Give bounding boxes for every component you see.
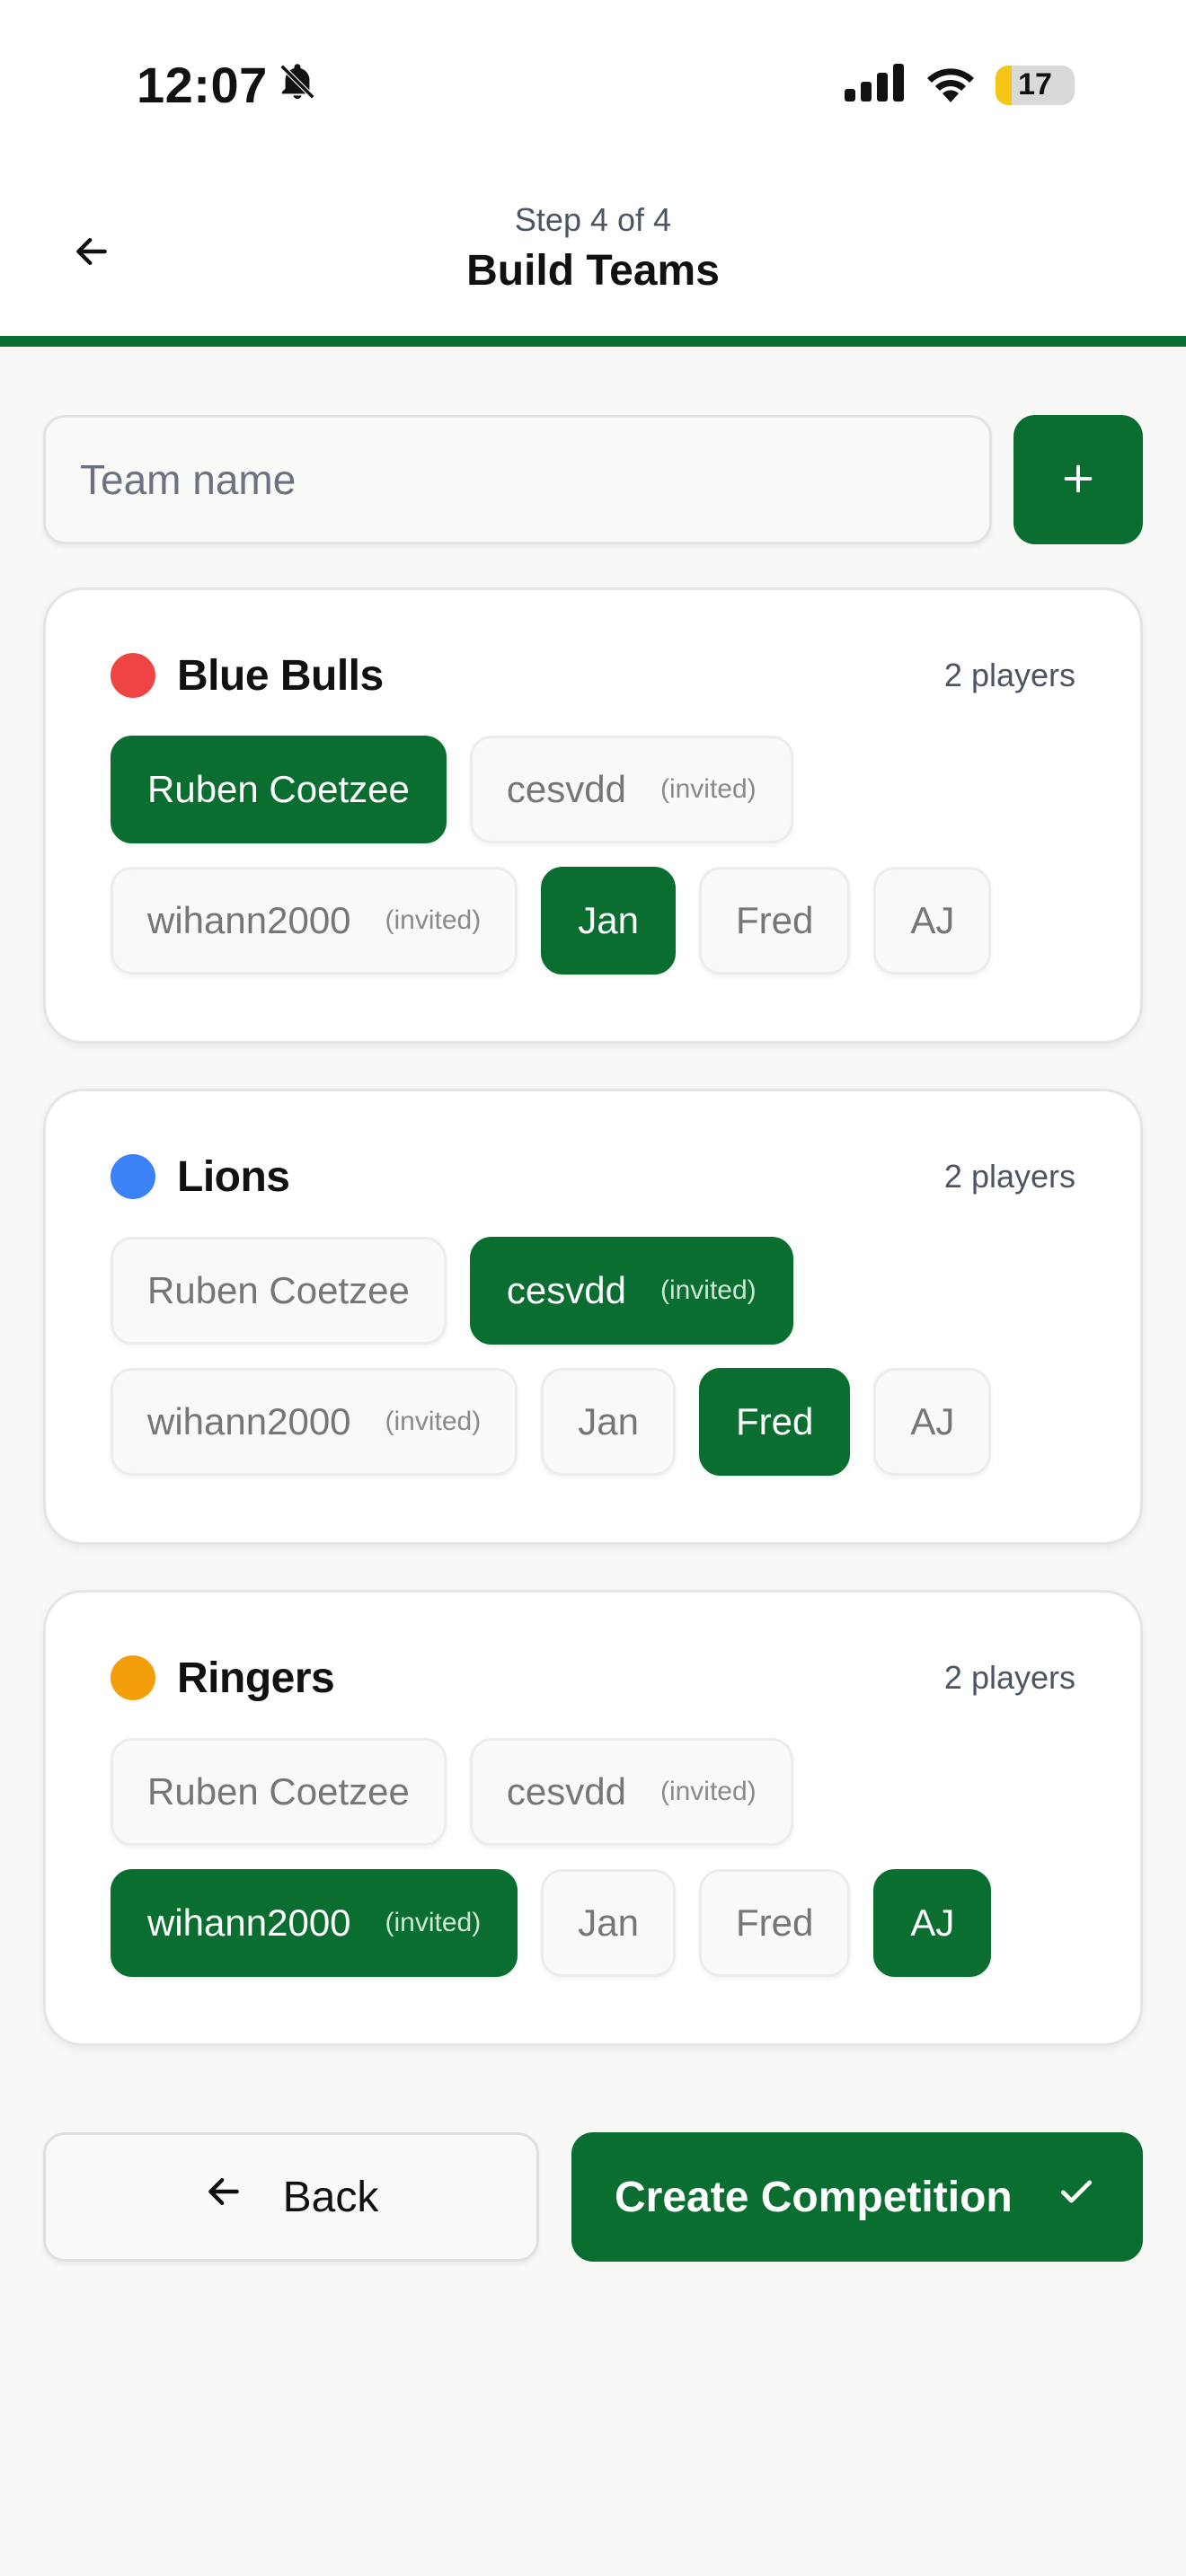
- player-name: Fred: [735, 899, 814, 941]
- player-name: Ruben Coetzee: [147, 768, 410, 810]
- player-chip-ruben-coetzee[interactable]: Ruben Coetzee: [111, 1738, 447, 1846]
- wifi-icon: [924, 63, 978, 107]
- invited-tag: (invited): [659, 774, 757, 804]
- team-card-lions: Lions 2 players Ruben Coetzee cesvdd (in…: [43, 1089, 1143, 1545]
- team-name-input[interactable]: [43, 415, 992, 544]
- player-chip-ruben-coetzee[interactable]: Ruben Coetzee: [111, 736, 447, 843]
- status-bar: 12:07 17: [0, 0, 1186, 171]
- wizard-header: Step 4 of 4 Build Teams: [0, 171, 1186, 336]
- player-count: 2 players: [943, 1659, 1075, 1696]
- battery-level: 17: [1018, 67, 1052, 101]
- player-name: Jan: [578, 1901, 639, 1944]
- player-chip-aj[interactable]: AJ: [873, 867, 992, 975]
- status-indicators: 17: [845, 63, 1075, 107]
- team-header: Blue Bulls 2 players: [111, 644, 1075, 707]
- player-name: AJ: [910, 899, 955, 941]
- team-header: Ringers 2 players: [111, 1646, 1075, 1709]
- step-indicator: Step 4 of 4: [514, 201, 672, 238]
- player-chip-wihann2000[interactable]: wihann2000 (invited): [111, 1368, 518, 1476]
- player-name: cesvdd: [506, 1770, 626, 1813]
- player-name: wihann2000: [147, 1901, 351, 1944]
- player-name: cesvdd: [506, 768, 626, 810]
- team-name: Ringers: [177, 1654, 335, 1702]
- player-name: Fred: [735, 1901, 814, 1944]
- player-name: Fred: [735, 1400, 814, 1442]
- add-team-row: [43, 415, 1143, 544]
- player-chips: Ruben Coetzee cesvdd (invited) wihann200…: [111, 736, 1075, 975]
- battery-icon: 17: [996, 65, 1075, 105]
- player-name: Jan: [578, 899, 639, 941]
- player-chip-aj[interactable]: AJ: [873, 1368, 992, 1476]
- player-name: Ruben Coetzee: [147, 1770, 410, 1813]
- player-chip-fred[interactable]: Fred: [698, 1368, 851, 1476]
- player-name: cesvdd: [506, 1269, 626, 1311]
- team-name: Blue Bulls: [177, 651, 384, 700]
- player-chip-aj[interactable]: AJ: [873, 1869, 992, 1977]
- back-button-label: Back: [282, 2173, 379, 2221]
- player-name: AJ: [910, 1901, 955, 1944]
- player-chip-fred[interactable]: Fred: [698, 867, 851, 975]
- player-chip-fred[interactable]: Fred: [698, 1869, 851, 1977]
- player-name: AJ: [910, 1400, 955, 1442]
- invited-tag: (invited): [385, 1908, 482, 1937]
- invited-tag: (invited): [385, 905, 482, 935]
- back-button[interactable]: Back: [43, 2132, 539, 2262]
- progress-bar: [0, 336, 1186, 347]
- team-color-dot: [111, 653, 155, 698]
- player-chip-jan[interactable]: Jan: [541, 1869, 676, 1977]
- add-team-button[interactable]: [1013, 415, 1143, 544]
- player-chips: Ruben Coetzee cesvdd (invited) wihann200…: [111, 1738, 1075, 1977]
- status-time: 12:07: [137, 57, 268, 113]
- player-chip-cesvdd[interactable]: cesvdd (invited): [469, 1738, 793, 1846]
- create-button-label: Create Competition: [615, 2173, 1013, 2221]
- player-count: 2 players: [943, 657, 1075, 693]
- team-card-blue-bulls: Blue Bulls 2 players Ruben Coetzee cesvd…: [43, 587, 1143, 1044]
- check-icon: [1057, 2172, 1096, 2222]
- invited-tag: (invited): [385, 1407, 482, 1436]
- player-name: wihann2000: [147, 1400, 351, 1442]
- player-name: Jan: [578, 1400, 639, 1442]
- player-chip-cesvdd[interactable]: cesvdd (invited): [469, 736, 793, 843]
- create-competition-button[interactable]: Create Competition: [571, 2132, 1143, 2262]
- team-color-dot: [111, 1655, 155, 1700]
- team-header: Lions 2 players: [111, 1145, 1075, 1208]
- player-count: 2 players: [943, 1158, 1075, 1195]
- team-name: Lions: [177, 1152, 290, 1201]
- player-chip-wihann2000[interactable]: wihann2000 (invited): [111, 867, 518, 975]
- page-title: Build Teams: [466, 247, 720, 295]
- player-chip-cesvdd[interactable]: cesvdd (invited): [469, 1237, 793, 1345]
- player-name: Ruben Coetzee: [147, 1269, 410, 1311]
- player-chip-jan[interactable]: Jan: [541, 867, 676, 975]
- player-chip-wihann2000[interactable]: wihann2000 (invited): [111, 1869, 518, 1977]
- player-chip-jan[interactable]: Jan: [541, 1368, 676, 1476]
- status-time-group: 12:07: [137, 56, 318, 114]
- team-card-ringers: Ringers 2 players Ruben Coetzee cesvdd (…: [43, 1590, 1143, 2046]
- player-chip-ruben-coetzee[interactable]: Ruben Coetzee: [111, 1237, 447, 1345]
- bell-slash-icon: [277, 56, 318, 114]
- invited-tag: (invited): [659, 1777, 757, 1806]
- arrow-left-icon: [204, 2172, 243, 2222]
- player-chips: Ruben Coetzee cesvdd (invited) wihann200…: [111, 1237, 1075, 1476]
- cellular-signal-icon: [845, 64, 906, 106]
- team-color-dot: [111, 1154, 155, 1199]
- invited-tag: (invited): [659, 1275, 757, 1305]
- plus-icon: [1060, 461, 1096, 499]
- player-name: wihann2000: [147, 899, 351, 941]
